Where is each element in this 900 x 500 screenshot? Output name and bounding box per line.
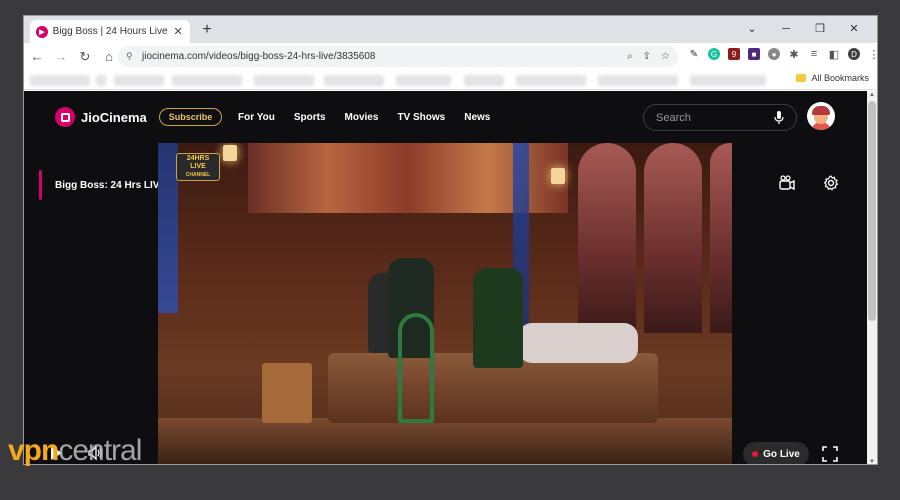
watermark-vpn: vpn (8, 434, 59, 467)
nav-news[interactable]: News (464, 112, 490, 123)
jiocinema-favicon-icon: ▶ (36, 25, 48, 38)
video-frame-person (473, 268, 523, 368)
extensions-puzzle-icon[interactable]: ✱ (788, 48, 800, 61)
blurred-bookmark[interactable] (30, 75, 90, 86)
blurred-bookmark[interactable] (464, 75, 504, 86)
nav-sports[interactable]: Sports (294, 112, 326, 123)
purple-extension-icon[interactable]: ■ (748, 48, 760, 60)
eyedropper-extension-icon[interactable]: ✎ (688, 48, 700, 60)
url-text[interactable]: jiocinema.com/videos/bigg-boss-24-hrs-li… (142, 51, 627, 62)
watermark-central: central (58, 434, 142, 467)
folder-icon (796, 74, 807, 82)
video-frame-arch (578, 143, 636, 333)
address-bar[interactable]: ⚲ jiocinema.com/videos/bigg-boss-24-hrs-… (118, 46, 678, 67)
fullscreen-icon[interactable] (821, 445, 839, 463)
user-avatar[interactable] (807, 102, 835, 130)
grey-extension-icon[interactable]: ● (768, 48, 780, 60)
reading-list-icon[interactable]: ≡ (808, 48, 820, 60)
scroll-thumb[interactable] (868, 101, 876, 321)
go-live-label: Go Live (763, 448, 800, 460)
nav-tv-shows[interactable]: TV Shows (397, 112, 445, 123)
home-icon[interactable]: ⌂ (98, 47, 120, 67)
badge-line3: CHANNEL (185, 172, 211, 178)
blurred-bookmark[interactable] (598, 75, 678, 86)
video-frame-dresser (262, 363, 312, 423)
site-header: JioCinema Subscribe For You Sports Movie… (24, 91, 867, 143)
blurred-bookmark[interactable] (690, 75, 766, 86)
tab-title: Bigg Boss | 24 Hours Live | Unc (52, 26, 168, 37)
video-frame-chair (398, 313, 434, 423)
live-channel-badge: 24HRS LIVE CHANNEL (176, 153, 220, 181)
nav-movies[interactable]: Movies (345, 112, 379, 123)
title-accent-bar (39, 170, 42, 200)
video-player[interactable]: 24HRS LIVE CHANNEL (158, 143, 732, 464)
grammarly-extension-icon[interactable]: G (708, 48, 720, 60)
badge-line2: LIVE (190, 163, 206, 170)
live-dot-icon (752, 451, 759, 457)
video-frame-lamp (223, 145, 237, 161)
browser-window: ▶ Bigg Boss | 24 Hours Live | Unc ✕ + ⌄ … (23, 15, 878, 465)
blurred-bookmark[interactable] (96, 75, 106, 86)
blurred-bookmark[interactable] (516, 75, 586, 86)
blurred-bookmark[interactable] (324, 75, 384, 86)
zoom-icon[interactable]: ⌕ (627, 51, 633, 62)
blurred-bookmark[interactable] (396, 75, 451, 86)
restore-icon[interactable]: ❐ (805, 20, 835, 38)
profile-avatar[interactable]: D (848, 48, 860, 60)
extensions-bar: ✎ G 9 ■ ● ✱ ≡ ◧ D ⋮ (688, 48, 878, 61)
jiocinema-page: JioCinema Subscribe For You Sports Movie… (24, 91, 877, 464)
reload-icon[interactable]: ↻ (74, 47, 96, 67)
jiocinema-logo[interactable]: JioCinema (55, 107, 147, 127)
video-frame-arch (644, 143, 702, 333)
search-placeholder: Search (656, 111, 691, 124)
close-window-icon[interactable]: ✕ (839, 20, 869, 38)
browser-toolbar: ← → ↻ ⌂ ⚲ jiocinema.com/videos/bigg-boss… (24, 43, 877, 70)
blurred-bookmark[interactable] (114, 75, 164, 86)
vpncentral-watermark: vpn central (8, 434, 142, 468)
forward-icon[interactable]: → (50, 47, 72, 67)
menu-kebab-icon[interactable]: ⋮ (868, 48, 878, 61)
blurred-bookmark[interactable] (254, 75, 314, 86)
blurred-bookmark[interactable] (172, 75, 242, 86)
back-icon[interactable]: ← (26, 47, 48, 67)
video-frame-floor (158, 418, 732, 464)
video-frame-lamp (551, 168, 565, 184)
watch-party-icon[interactable] (778, 174, 796, 192)
settings-gear-icon[interactable] (822, 174, 840, 192)
share-icon[interactable]: ⇪ (643, 51, 651, 62)
show-title: Bigg Boss: 24 Hrs LIVE (55, 180, 167, 191)
close-tab-icon[interactable]: ✕ (172, 25, 184, 38)
bookmarks-bar: All Bookmarks (24, 70, 877, 90)
side-panel-icon[interactable]: ◧ (828, 48, 840, 61)
tagged-extension-icon[interactable]: 9 (728, 48, 740, 60)
site-info-icon[interactable]: ⚲ (126, 51, 136, 62)
microphone-icon[interactable] (774, 110, 784, 125)
tab-strip: ▶ Bigg Boss | 24 Hours Live | Unc ✕ + ⌄ … (24, 16, 877, 43)
browser-tab[interactable]: ▶ Bigg Boss | 24 Hours Live | Unc ✕ (30, 20, 190, 43)
new-tab-icon[interactable]: + (198, 22, 216, 38)
minimize-icon[interactable]: ─ (771, 20, 801, 38)
go-live-button[interactable]: Go Live (743, 442, 809, 464)
nav-for-you[interactable]: For You (238, 112, 275, 123)
all-bookmarks-label: All Bookmarks (811, 73, 869, 83)
video-frame-light (158, 143, 178, 313)
main-nav: For You Sports Movies TV Shows News (238, 112, 490, 123)
window-controls: ⌄ ─ ❐ ✕ (737, 20, 869, 38)
tab-search-chevron-icon[interactable]: ⌄ (737, 20, 767, 38)
brand-name: JioCinema (81, 109, 147, 125)
all-bookmarks-button[interactable]: All Bookmarks (796, 73, 869, 83)
subscribe-button[interactable]: Subscribe (159, 108, 222, 126)
jiocinema-logo-icon (55, 107, 75, 127)
bookmark-star-icon[interactable]: ☆ (661, 51, 670, 62)
search-input[interactable]: Search (643, 104, 797, 131)
video-frame-blanket (518, 323, 638, 363)
scroll-down-icon[interactable]: ▼ (868, 459, 876, 464)
video-frame-arch (710, 143, 732, 333)
scroll-up-icon[interactable]: ▲ (868, 92, 876, 98)
badge-line1: 24HRS (186, 155, 210, 162)
page-scrollbar[interactable]: ▲ ▼ (867, 91, 877, 464)
